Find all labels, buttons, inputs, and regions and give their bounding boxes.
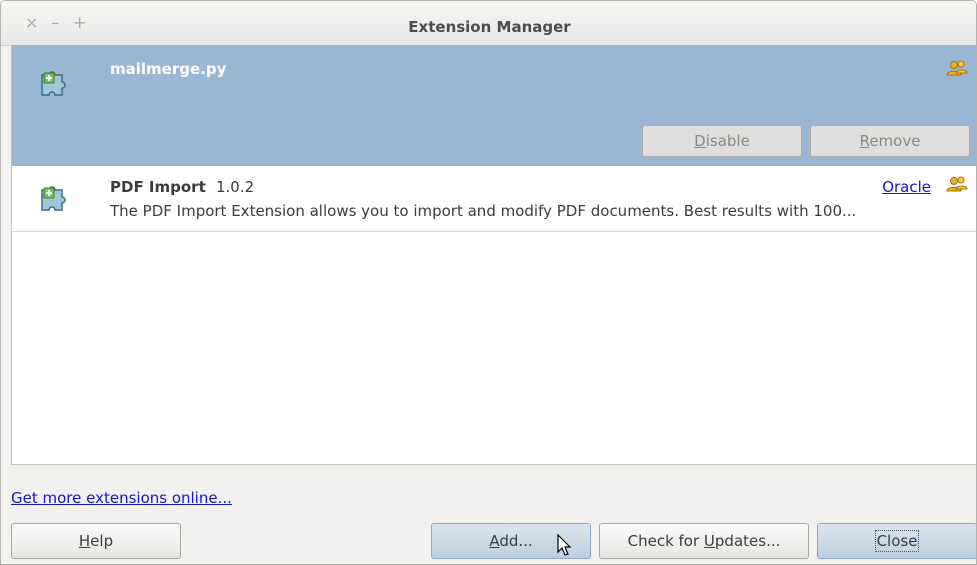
remove-button[interactable]: Remove	[810, 125, 970, 157]
extension-list: mailmerge.py Disable Remove PDF Import 1…	[11, 45, 976, 465]
shared-users-icon	[946, 60, 968, 76]
publisher-link[interactable]: Oracle	[882, 178, 931, 196]
extension-row-mailmerge[interactable]: mailmerge.py Disable Remove	[12, 45, 976, 166]
extension-version: 1.0.2	[216, 178, 255, 196]
extension-name: mailmerge.py	[110, 60, 227, 78]
close-button[interactable]: Close	[817, 523, 976, 559]
puzzle-piece-icon	[41, 186, 66, 211]
extension-manager-window: × – + Extension Manager mailmerge.py Dis…	[0, 0, 977, 565]
puzzle-piece-icon	[41, 71, 66, 96]
extension-description: The PDF Import Extension allows you to i…	[110, 202, 857, 220]
disable-button[interactable]: Disable	[642, 125, 802, 157]
check-for-updates-button[interactable]: Check for Updates...	[599, 523, 809, 559]
shared-users-icon	[946, 176, 968, 192]
window-title: Extension Manager	[408, 18, 571, 36]
title-bar: × – + Extension Manager	[1, 1, 976, 46]
extension-row-pdf-import[interactable]: PDF Import 1.0.2 Oracle The PDF Import E…	[12, 166, 976, 232]
get-more-extensions-link[interactable]: Get more extensions online...	[11, 489, 232, 507]
add-button[interactable]: Add...	[431, 523, 591, 559]
help-button[interactable]: Help	[11, 523, 181, 559]
extension-name: PDF Import	[110, 178, 206, 196]
